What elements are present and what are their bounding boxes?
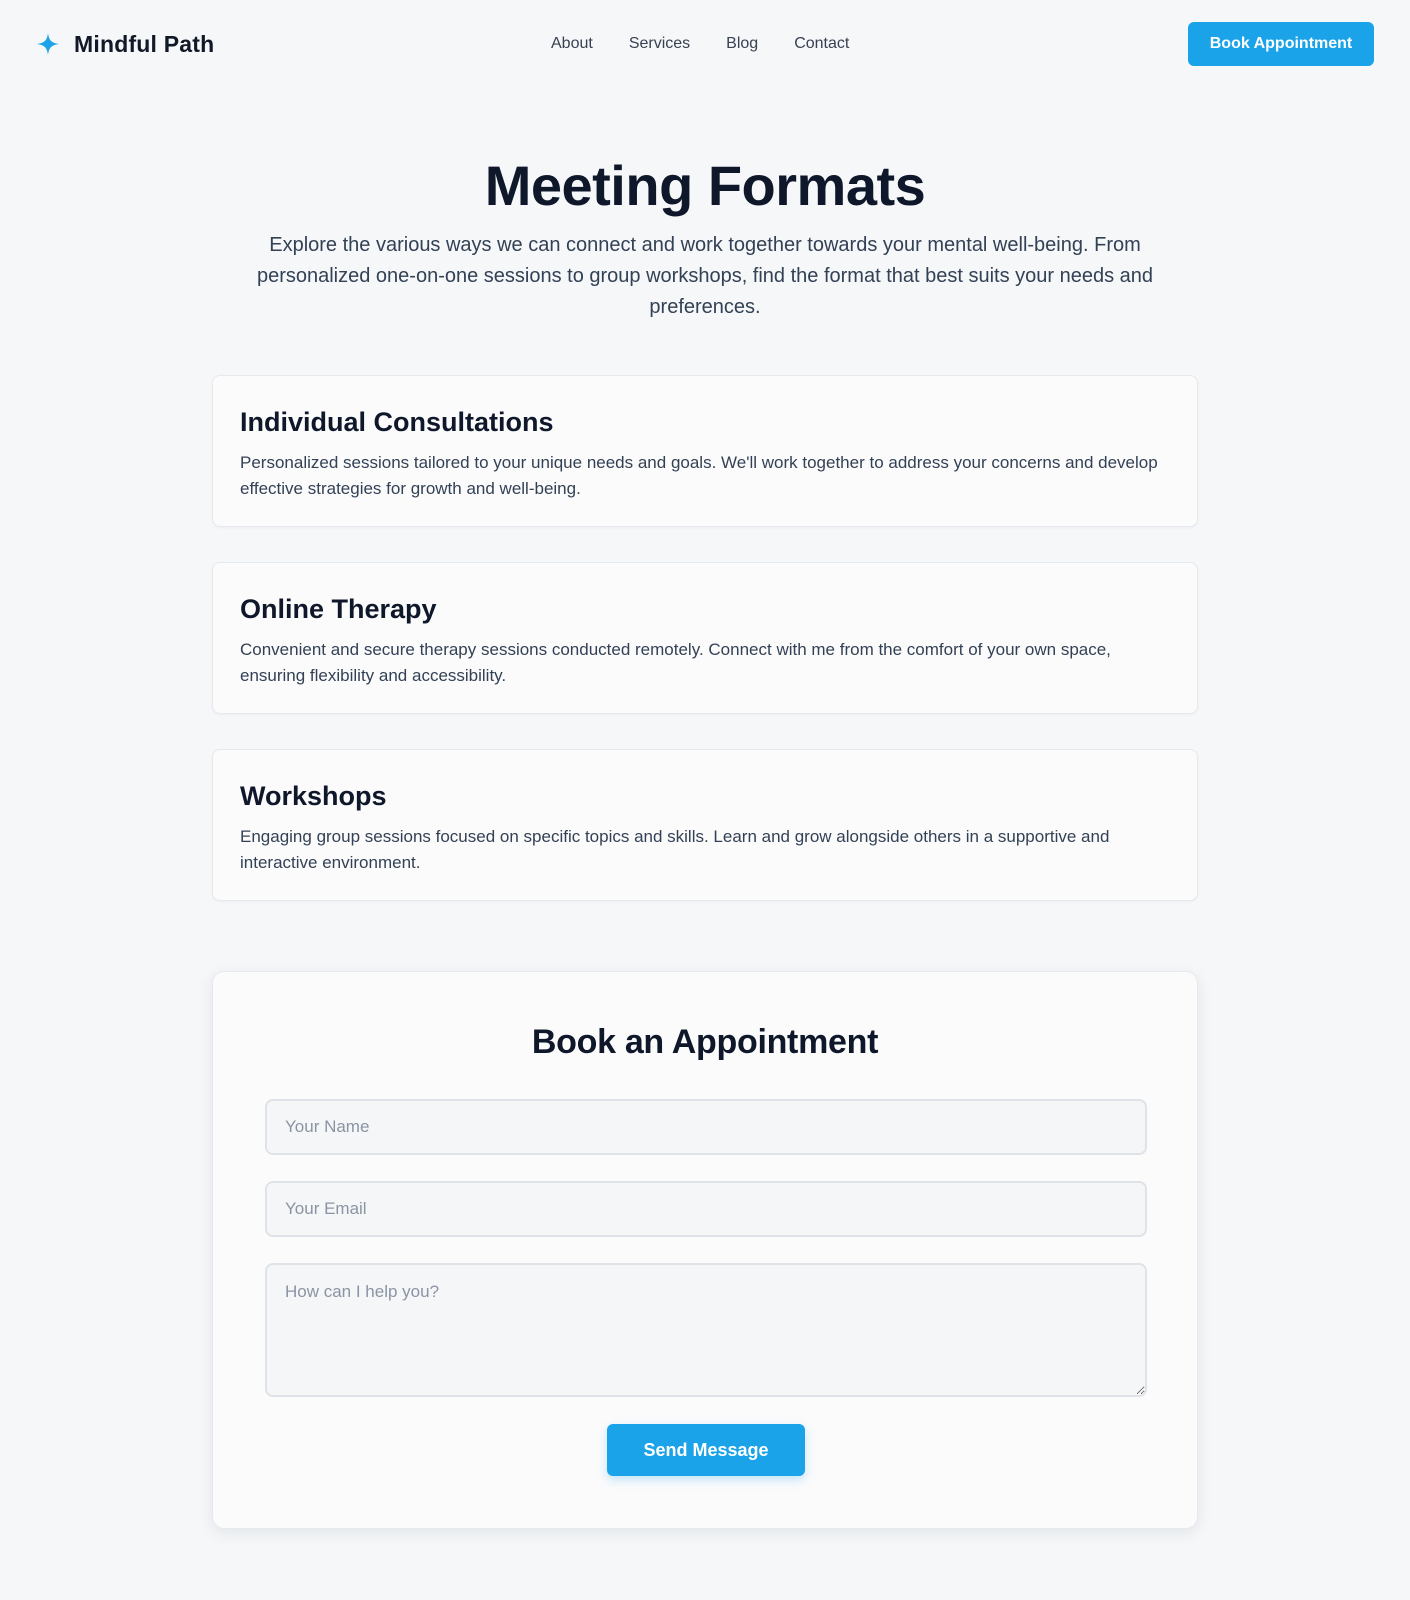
book-appointment-button[interactable]: Book Appointment [1188,22,1374,66]
format-description: Personalized sessions tailored to your u… [240,453,1158,498]
sparkle-icon [37,33,59,55]
send-message-button[interactable]: Send Message [607,1424,805,1476]
format-title: Individual Consultations [240,407,554,437]
format-card-workshops: Workshops Engaging group sessions focuse… [212,749,1198,901]
nav-link-contact[interactable]: Contact [794,33,849,55]
booking-form: Book an Appointment Send Message [212,971,1198,1529]
format-description: Engaging group sessions focused on speci… [240,827,1110,872]
brand-logo[interactable]: Mindful Path [36,28,214,60]
format-card-online: Online Therapy Convenient and secure the… [212,562,1198,714]
nav-link-services[interactable]: Services [629,33,690,55]
nav-link-blog[interactable]: Blog [726,33,758,55]
format-title: Online Therapy [240,594,437,624]
booking-title: Book an Appointment [531,1023,879,1061]
page-title: Meeting Formats [484,154,926,217]
format-description: Convenient and secure therapy sessions c… [240,640,1111,685]
nav-link-about[interactable]: About [551,33,593,55]
brand-name: Mindful Path [74,30,215,57]
email-input[interactable] [265,1181,1147,1237]
format-title: Workshops [240,781,387,811]
name-input[interactable] [265,1099,1147,1155]
format-card-individual: Individual Consultations Personalized se… [212,375,1198,527]
site-header: Mindful Path About Services Blog Contact… [0,0,1410,88]
page-intro: Explore the various ways we can connect … [256,234,1154,318]
message-textarea[interactable] [265,1263,1147,1397]
page: Mindful Path About Services Blog Contact… [0,0,1410,1600]
main-nav: About Services Blog Contact [551,33,849,55]
